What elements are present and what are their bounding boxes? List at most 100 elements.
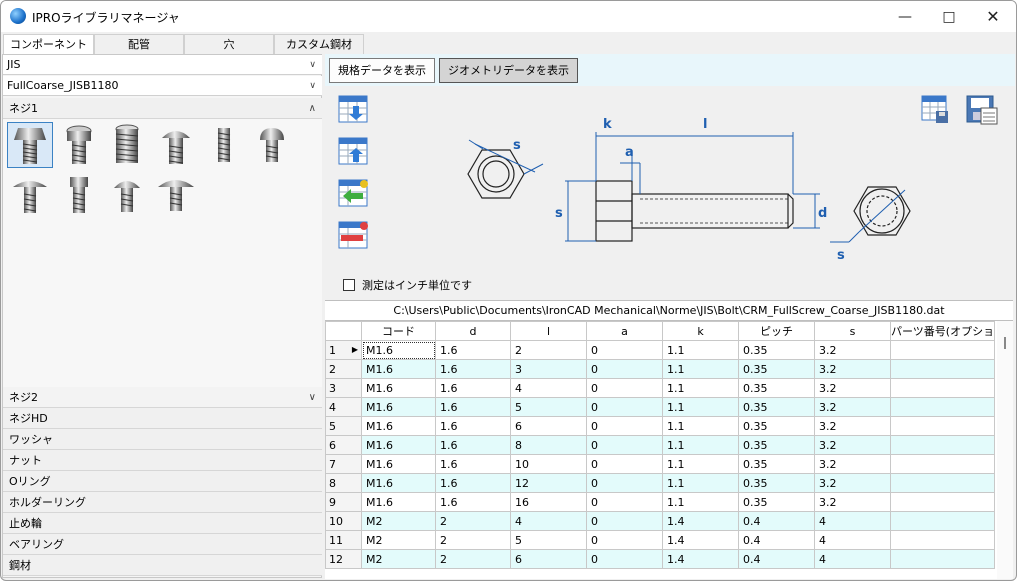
table-cell[interactable]: 0.4 [738, 511, 815, 531]
table-cell[interactable]: 1.4 [662, 530, 739, 550]
table-cell[interactable]: 5 [510, 397, 587, 417]
table-cell[interactable]: 0.35 [738, 340, 815, 360]
table-cell[interactable]: 3.2 [814, 378, 891, 398]
table-cell[interactable]: 3.2 [814, 492, 891, 512]
table-cell[interactable]: 1.6 [435, 359, 511, 379]
column-header[interactable]: a [586, 321, 663, 341]
table-cell[interactable] [889, 359, 996, 379]
table-cell[interactable] [889, 549, 996, 569]
part-thumb-set-screw[interactable] [201, 122, 247, 168]
add-row-icon[interactable] [337, 178, 369, 210]
vertical-scrollbar[interactable] [997, 321, 1013, 579]
table-cell[interactable]: 1.1 [662, 340, 739, 360]
table-cell[interactable]: 4 [814, 549, 891, 569]
group-header-washer[interactable]: ワッシャ [3, 429, 322, 450]
table-cell[interactable]: 0 [586, 473, 663, 493]
table-cell[interactable]: M2 [361, 511, 436, 531]
table-row[interactable]: 12 M2 2 6 0 1.4 0.4 4 [325, 549, 996, 569]
table-cell[interactable]: 0.35 [738, 473, 815, 493]
part-thumb-cylinder-bolt[interactable] [56, 171, 102, 217]
table-cell[interactable]: 3.2 [814, 435, 891, 455]
table-cell[interactable]: 2 [435, 549, 511, 569]
table-cell[interactable]: 0 [586, 435, 663, 455]
tab-holes[interactable]: 穴 [184, 34, 274, 54]
table-row[interactable]: 11 M2 2 5 0 1.4 0.4 4 [325, 530, 996, 550]
table-cell[interactable]: 3.2 [814, 416, 891, 436]
table-cell[interactable]: 0 [586, 340, 663, 360]
table-cell[interactable] [889, 416, 996, 436]
table-cell[interactable]: 0 [586, 549, 663, 569]
table-cell[interactable]: M1.6 [361, 359, 436, 379]
table-cell[interactable]: 0.35 [738, 435, 815, 455]
group-header-bearing[interactable]: ベアリング [3, 534, 322, 555]
table-cell[interactable] [889, 340, 996, 360]
table-cell[interactable]: 6 [510, 549, 587, 569]
table-cell[interactable]: 2 [435, 530, 511, 550]
group-header-nejihd[interactable]: ネジHD [3, 408, 322, 429]
table-cell[interactable]: 1.6 [435, 397, 511, 417]
table-row[interactable]: 10 M2 2 4 0 1.4 0.4 4 [325, 511, 996, 531]
export-table-icon[interactable] [337, 136, 369, 168]
table-cell[interactable]: 4 [814, 511, 891, 531]
tab-components[interactable]: コンポーネント [3, 34, 94, 55]
table-cell[interactable]: 1.1 [662, 378, 739, 398]
table-cell[interactable]: 0 [586, 397, 663, 417]
table-cell[interactable] [889, 435, 996, 455]
checkbox-box[interactable] [343, 279, 355, 291]
group-header-open[interactable]: ネジ1 ∧ [3, 98, 322, 119]
show-spec-data-button[interactable]: 規格データを表示 [329, 58, 435, 83]
table-cell[interactable] [889, 473, 996, 493]
group-header-steel[interactable]: 鋼材 [3, 555, 322, 576]
table-cell[interactable]: M1.6 [361, 473, 436, 493]
table-cell[interactable]: 3 [510, 359, 587, 379]
delete-row-icon[interactable] [337, 220, 369, 252]
maximize-button[interactable]: □ [926, 1, 972, 32]
table-cell[interactable]: M1.6 [361, 397, 436, 417]
table-cell[interactable]: 2 [435, 511, 511, 531]
column-header[interactable]: k [662, 321, 739, 341]
row-header[interactable]: 5 [325, 416, 362, 436]
table-cell[interactable]: 5 [510, 530, 587, 550]
table-cell[interactable] [889, 511, 996, 531]
group-header-retaining-ring[interactable]: 止め輪 [3, 513, 322, 534]
table-cell[interactable]: 12 [510, 473, 587, 493]
tab-piping[interactable]: 配管 [94, 34, 184, 54]
row-header[interactable]: 12 [325, 549, 362, 569]
table-cell[interactable]: 0 [586, 359, 663, 379]
table-cell[interactable]: 0.35 [738, 378, 815, 398]
table-cell[interactable]: M1.6 [361, 340, 436, 360]
standard-select[interactable]: JIS ∨ [3, 55, 322, 75]
table-cell[interactable]: 1.6 [435, 492, 511, 512]
table-cell[interactable]: 1.1 [662, 397, 739, 417]
part-thumb-pan-head-screw[interactable] [249, 122, 295, 168]
row-header[interactable]: 7 [325, 454, 362, 474]
part-thumb-square-neck-bolt[interactable] [153, 122, 199, 168]
table-cell[interactable]: 0.4 [738, 530, 815, 550]
table-cell[interactable]: M1.6 [361, 454, 436, 474]
table-cell[interactable]: 0.4 [738, 549, 815, 569]
part-thumb-threaded-rod[interactable] [104, 122, 150, 168]
table-cell[interactable]: 0.35 [738, 359, 815, 379]
table-cell[interactable]: 1.6 [435, 416, 511, 436]
table-cell[interactable]: 1.6 [435, 473, 511, 493]
row-header[interactable]: 1 ▶ [325, 340, 362, 360]
table-cell[interactable]: 1.1 [662, 473, 739, 493]
group-header-nut[interactable]: ナット [3, 450, 322, 471]
table-cell[interactable]: M1.6 [361, 378, 436, 398]
table-cell[interactable]: 3.2 [814, 454, 891, 474]
part-thumb-round-head-bolt[interactable] [104, 171, 150, 217]
table-cell[interactable]: M1.6 [361, 435, 436, 455]
table-row[interactable]: 6 M1.6 1.6 8 0 1.1 0.35 3.2 [325, 435, 996, 455]
table-cell[interactable] [889, 397, 996, 417]
column-header[interactable]: l [510, 321, 587, 341]
table-cell[interactable]: M1.6 [361, 492, 436, 512]
table-cell[interactable]: 0.35 [738, 416, 815, 436]
table-cell[interactable]: 0.35 [738, 492, 815, 512]
table-cell[interactable]: 1.1 [662, 359, 739, 379]
table-cell[interactable]: 6 [510, 416, 587, 436]
table-row[interactable]: 1 ▶ M1.6 1.6 2 0 1.1 0.35 3.2 [325, 340, 996, 360]
table-row[interactable]: 8 M1.6 1.6 12 0 1.1 0.35 3.2 [325, 473, 996, 493]
table-row[interactable]: 9 M1.6 1.6 16 0 1.1 0.35 3.2 [325, 492, 996, 512]
table-cell[interactable]: 0 [586, 530, 663, 550]
table-row[interactable]: 4 M1.6 1.6 5 0 1.1 0.35 3.2 [325, 397, 996, 417]
